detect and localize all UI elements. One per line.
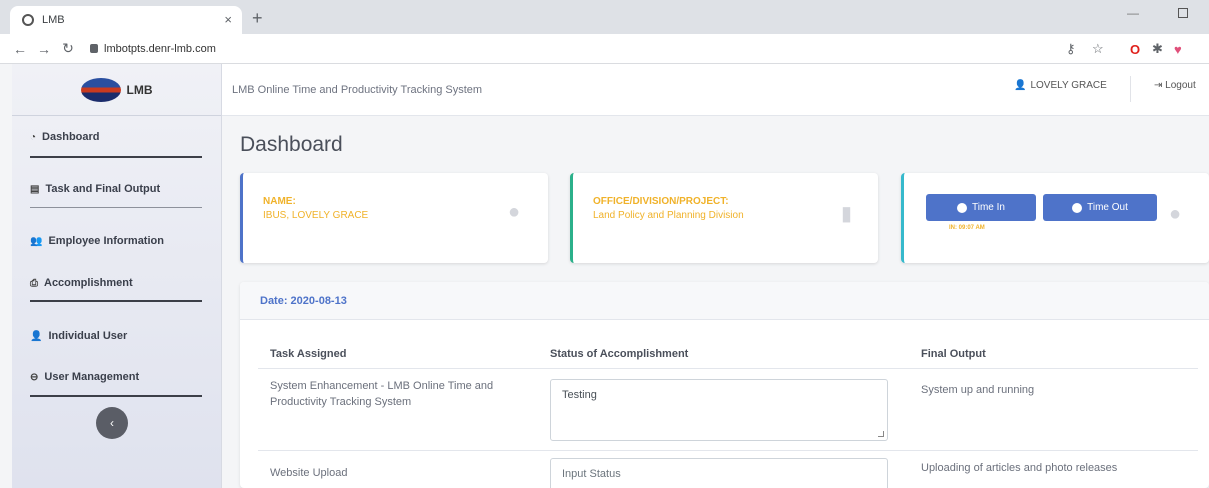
user-icon: ● <box>508 201 521 223</box>
row-divider <box>258 450 1198 451</box>
sidebar-item-label: Task and Final Output <box>45 183 161 195</box>
time-out-label: Time Out <box>1087 202 1128 213</box>
sidebar-divider <box>30 207 202 208</box>
sidebar-item-individual-user[interactable]: 👤 Individual User <box>12 330 145 342</box>
brand[interactable]: LMB <box>12 64 221 116</box>
status-textarea[interactable]: Input Status <box>550 458 888 488</box>
sidebar-item-label: Dashboard <box>42 131 100 143</box>
time-card: Time In Time Out IN: 09:07 AM ● <box>901 173 1209 263</box>
user-menu[interactable]: 👤 LOVELY GRACE <box>1014 80 1107 91</box>
clock-icon: ● <box>1169 203 1182 225</box>
chevron-left-icon: ‹ <box>110 416 114 430</box>
office-card: OFFICE/DIVISION/PROJECT: Land Policy and… <box>570 173 878 263</box>
sidebar-item-label: Accomplishment <box>44 277 133 289</box>
time-in-status: IN: 09:07 AM <box>949 225 985 231</box>
key-icon[interactable]: ⚷ <box>1066 34 1076 64</box>
tasks-panel: Date: 2020-08-13 Task Assigned Status of… <box>240 282 1209 488</box>
task-assigned-cell: System Enhancement - LMB Online Time and… <box>270 380 494 408</box>
minimize-button[interactable]: — <box>1127 6 1139 20</box>
user-name: LOVELY GRACE <box>1030 80 1107 91</box>
opera-icon[interactable]: O <box>1130 34 1140 64</box>
heart-extension-icon[interactable]: ♥ <box>1174 34 1182 64</box>
clock-icon <box>957 202 968 213</box>
name-label: NAME: <box>263 196 296 207</box>
final-output-cell: Uploading of articles and photo releases <box>921 462 1118 474</box>
globe-icon <box>22 14 34 26</box>
status-placeholder: Input Status <box>562 468 621 480</box>
time-in-button[interactable]: Time In <box>926 194 1036 221</box>
dashboard-icon: ◔ <box>30 131 37 143</box>
logout-label: Logout <box>1165 80 1196 91</box>
user-icon: 👤 <box>30 330 43 342</box>
star-icon[interactable]: ☆ <box>1092 34 1104 64</box>
new-tab-button[interactable]: + <box>252 8 263 29</box>
task-assigned-cell: Website Upload <box>270 467 348 479</box>
clock-icon <box>1072 202 1083 213</box>
sidebar-divider <box>30 300 202 302</box>
url-field[interactable]: lmbotpts.denr-lmb.com <box>90 43 216 55</box>
browser-tab[interactable]: LMB × <box>10 6 242 34</box>
sidebar-item-accomplishment[interactable]: ⎙ Accomplishment <box>12 277 151 289</box>
column-header-status: Status of Accomplishment <box>550 348 689 360</box>
app-title: LMB Online Time and Productivity Trackin… <box>232 84 483 96</box>
clipboard-icon: ▮ <box>841 203 853 225</box>
page-title: Dashboard <box>240 133 343 156</box>
url-text: lmbotpts.denr-lmb.com <box>104 42 216 55</box>
browser-tab-bar: LMB × + — <box>0 0 1209 34</box>
brand-text: LMB <box>126 82 153 97</box>
sidebar-item-label: Individual User <box>48 330 128 342</box>
sidebar-divider <box>30 156 202 158</box>
tab-close-button[interactable]: × <box>224 12 232 27</box>
status-textarea[interactable]: Testing <box>550 379 888 441</box>
user-circle-icon: ⊖ <box>30 371 39 383</box>
sidebar-item-user-management[interactable]: ⊖ User Management <box>12 371 157 383</box>
office-value: Land Policy and Planning Division <box>593 210 744 221</box>
forward-icon[interactable]: → <box>32 41 56 57</box>
back-icon[interactable]: ← <box>8 41 32 57</box>
final-output-cell: System up and running <box>921 384 1035 396</box>
topbar-divider <box>1130 76 1131 102</box>
sidebar-item-label: User Management <box>44 371 140 383</box>
list-icon: ▤ <box>30 183 40 195</box>
sidebar-item-task-final-output[interactable]: ▤ Task and Final Output <box>12 183 178 195</box>
name-value: IBUS, LOVELY GRACE <box>263 210 369 221</box>
time-in-label: Time In <box>972 202 1005 213</box>
top-bar: LMB Online Time and Productivity Trackin… <box>222 64 1209 116</box>
lock-icon <box>90 44 98 53</box>
time-out-button[interactable]: Time Out <box>1043 194 1157 221</box>
reload-icon[interactable]: ↻ <box>56 40 80 57</box>
sidebar: LMB ◔ Dashboard ▤ Task and Final Output … <box>12 64 222 488</box>
users-icon: 👥 <box>30 235 43 247</box>
maximize-button[interactable] <box>1178 8 1188 18</box>
sidebar-collapse-button[interactable]: ‹ <box>96 407 128 439</box>
extensions-icon[interactable]: ✱ <box>1152 34 1163 64</box>
logout-button[interactable]: ⇥ Logout <box>1154 80 1196 91</box>
sidebar-divider <box>30 395 202 397</box>
sidebar-item-employee-information[interactable]: 👥 Employee Information <box>12 235 182 247</box>
office-label: OFFICE/DIVISION/PROJECT: <box>593 196 729 207</box>
column-header-task: Task Assigned <box>270 348 347 360</box>
name-card: NAME: IBUS, LOVELY GRACE ● <box>240 173 548 263</box>
lmb-logo <box>80 77 121 102</box>
tab-title: LMB <box>42 14 65 26</box>
logout-icon: ⇥ <box>1154 80 1166 91</box>
sidebar-item-label: Employee Information <box>48 235 164 247</box>
address-bar: ← → ↻ lmbotpts.denr-lmb.com ⚷ ☆ O ✱ ♥ <box>0 34 1209 64</box>
status-value: Testing <box>562 389 597 401</box>
printer-icon: ⎙ <box>30 277 38 289</box>
resize-handle-icon[interactable] <box>878 431 884 437</box>
row-divider <box>258 368 1198 369</box>
user-icon: 👤 <box>1014 80 1027 91</box>
sidebar-item-dashboard[interactable]: ◔ Dashboard <box>12 131 118 143</box>
task-date: Date: 2020-08-13 <box>240 282 1209 320</box>
column-header-output: Final Output <box>921 348 986 360</box>
